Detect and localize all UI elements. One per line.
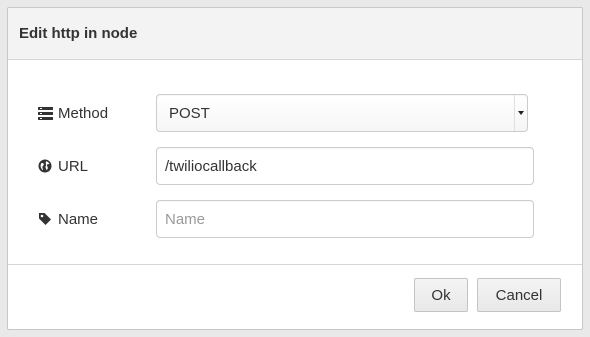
url-row: URL /twiliocallback	[8, 147, 582, 185]
name-input[interactable]: Name	[156, 200, 534, 238]
name-input-placeholder: Name	[165, 210, 206, 228]
dialog-titlebar: Edit http in node	[8, 8, 582, 60]
dialog-title: Edit http in node	[19, 25, 138, 42]
url-label: URL	[58, 157, 89, 175]
edit-node-dialog: Edit http in node Method POST URL /twili…	[7, 7, 583, 330]
method-label: Method	[58, 104, 109, 122]
globe-icon	[37, 158, 53, 174]
dialog-footer: Ok Cancel	[8, 265, 582, 329]
method-select-value: POST	[169, 104, 210, 122]
method-select[interactable]: POST	[156, 94, 528, 132]
name-label-group: Name	[37, 200, 98, 238]
name-row: Name Name	[8, 200, 582, 238]
ok-button[interactable]: Ok	[414, 278, 468, 312]
url-label-group: URL	[37, 147, 88, 185]
chevron-down-icon[interactable]	[514, 95, 527, 131]
url-input[interactable]: /twiliocallback	[156, 147, 534, 185]
method-label-group: Method	[37, 94, 108, 132]
url-input-value: /twiliocallback	[165, 157, 257, 175]
method-row: Method POST	[8, 94, 582, 132]
list-icon	[37, 105, 53, 121]
dialog-body: Method POST URL /twiliocallback Name Nam…	[8, 60, 582, 265]
name-label: Name	[58, 210, 99, 228]
tag-icon	[37, 211, 53, 227]
cancel-button[interactable]: Cancel	[477, 278, 561, 312]
